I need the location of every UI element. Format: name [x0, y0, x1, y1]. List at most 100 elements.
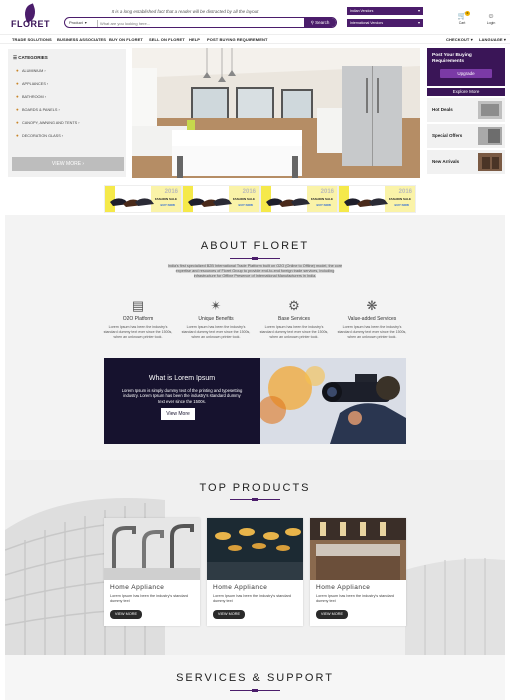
- product-title: Home Appliance: [110, 584, 165, 591]
- chevron-down-icon: ▾: [470, 37, 473, 42]
- search-divider: [97, 20, 98, 27]
- shoes-image: [188, 198, 232, 207]
- feature-o2o-platform: ▤ O2O Platform Lorem Ipsum has been the …: [102, 298, 174, 340]
- services-title: SERVICES & SUPPORT: [176, 672, 334, 684]
- view-more-button[interactable]: VIEW MORE: [316, 610, 348, 619]
- faucets-image: [104, 518, 200, 580]
- view-more-button[interactable]: VIEW MORE: [110, 610, 142, 619]
- view-more-label: VIEW MORE: [51, 161, 82, 167]
- feature-value-added-services: ❋ Value-added Services Lorem Ipsum has b…: [336, 298, 408, 340]
- user-icon: ☺: [487, 13, 495, 20]
- search-button[interactable]: ⚲ Search: [304, 18, 336, 27]
- nav-buy-on-floret[interactable]: BUY ON FLORET: [109, 37, 143, 42]
- category-item-decoration-glass[interactable]: ● DECORATION GLASS ›: [16, 133, 63, 138]
- kitchen-illustration: [132, 48, 420, 178]
- international-vendors-label: International Vendors: [350, 21, 384, 25]
- nav-post-buying-requirement[interactable]: POST BUYING REQUIREMENT: [207, 37, 268, 42]
- category-item-bathroom[interactable]: ● BATHROOM ›: [16, 94, 46, 99]
- camera-operator-image: [260, 358, 406, 444]
- shoes-image: [110, 198, 154, 207]
- nav-language[interactable]: LANGUAGE ▾: [479, 37, 506, 42]
- title-underline-dot: [252, 689, 258, 692]
- nav-sell-on-floret[interactable]: SELL ON FLORET: [149, 37, 185, 42]
- cart-label: Cart: [458, 21, 466, 25]
- about-title: ABOUT FLORET: [200, 240, 310, 252]
- chevron-down-icon: ▾: [417, 8, 420, 13]
- camera-illustration: [260, 358, 406, 444]
- promo-cta: BUY NOW: [238, 203, 253, 207]
- feature-unique-benefits: ✴ Unique Benefits Lorem Ipsum has been t…: [180, 298, 252, 340]
- special-offers-link[interactable]: Special Offers: [427, 124, 505, 148]
- search-input[interactable]: [100, 19, 300, 27]
- product-card: Home Appliance Lorem Ipsum has been the …: [310, 518, 406, 626]
- indian-vendors-label: Indian Vendors: [350, 9, 374, 13]
- post-requirement-title: Post Your Buying Requirements: [432, 53, 472, 64]
- nav-help[interactable]: HELP: [189, 37, 200, 42]
- view-more-button[interactable]: VIEW MORE: [213, 610, 245, 619]
- shoes-image: [266, 198, 310, 207]
- promo-year: 2016: [242, 189, 256, 195]
- chevron-down-icon: ▾: [503, 37, 507, 42]
- hero-kitchen-image: [132, 48, 420, 178]
- about-text: India's first specialized B2B Internatio…: [167, 264, 343, 279]
- feature-desc: Lorem Ipsum has been the industry's stan…: [103, 325, 173, 339]
- promo-banner[interactable]: 2016 FASHION SALE BUY NOW: [338, 185, 416, 213]
- floret-logo[interactable]: FLORET: [8, 3, 50, 31]
- view-more-button[interactable]: View More: [161, 408, 195, 420]
- cart-count-badge: 0: [465, 11, 470, 16]
- feature-title: Unique Benefits: [198, 316, 234, 322]
- search-button-label: Search: [315, 20, 330, 25]
- feature-title: O2O Platform: [122, 316, 154, 322]
- promo-banner[interactable]: 2016 FASHION SALE BUY NOW: [182, 185, 260, 213]
- feature-title: Value-added Services: [347, 316, 397, 322]
- title-underline-dot: [252, 257, 258, 260]
- product-title: Home Appliance: [316, 584, 371, 591]
- special-offers-label: Special Offers: [432, 133, 463, 138]
- platform-icon: ▤: [131, 298, 145, 313]
- main-nav: TRADE SOLUTIONS BUSINESS ASSOCIATES BUY …: [0, 34, 510, 44]
- category-label: DECORATION GLASS: [22, 134, 61, 138]
- nav-business-associates[interactable]: BUSINESS ASSOCIATES: [57, 37, 106, 42]
- category-item-aluminium[interactable]: ● ALUMINIUM ›: [16, 68, 46, 73]
- search-bar: Product ⚲ Search: [64, 17, 337, 28]
- cart-button[interactable]: 🛒 0 Cart: [456, 11, 470, 25]
- categories-heading: ☰ CATEGORIES: [13, 55, 48, 61]
- categories-title: CATEGORIES: [18, 55, 48, 60]
- product-title: Home Appliance: [213, 584, 268, 591]
- category-label: BOARDS & PANELS: [22, 108, 58, 112]
- indian-vendors-button[interactable]: Indian Vendors ▾: [347, 7, 423, 15]
- restaurant-lamps-image: [207, 518, 303, 580]
- category-item-appliances[interactable]: ● APPLIANCES ›: [16, 81, 48, 86]
- promo-cta: BUY NOW: [394, 203, 409, 207]
- hot-deals-link[interactable]: Hot Deals: [427, 98, 505, 122]
- top-products-title: TOP PRODUCTS: [199, 482, 311, 494]
- feature-desc: Lorem Ipsum has been the industry's stan…: [181, 325, 251, 339]
- network-icon: ❋: [366, 298, 378, 313]
- category-item-boards-panels[interactable]: ● BOARDS & PANELS ›: [16, 107, 60, 112]
- faucets-illustration: [104, 518, 200, 580]
- title-underline-dot: [252, 498, 258, 501]
- promo-title: FASHION SALE: [310, 197, 333, 201]
- promo-banner[interactable]: 2016 FASHION SALE BUY NOW: [104, 185, 182, 213]
- category-label: BATHROOM: [22, 95, 44, 99]
- feature-desc: Lorem Ipsum has been the industry's stan…: [337, 325, 407, 339]
- promo-banner[interactable]: 2016 FASHION SALE BUY NOW: [260, 185, 338, 213]
- login-button[interactable]: ☺ Login: [484, 13, 498, 25]
- nav-checkout[interactable]: CHECKOUT ▾: [446, 37, 473, 42]
- promo-title: FASHION SALE: [154, 197, 177, 201]
- view-more-categories-button[interactable]: VIEW MORE ›: [12, 157, 124, 171]
- product-desc: Lorem Ipsum has been the industry's stan…: [316, 594, 394, 603]
- upgrade-button[interactable]: Upgrade: [440, 69, 492, 78]
- kitchen-thumb-illustration: [310, 518, 406, 580]
- shoes-image: [344, 198, 388, 207]
- international-vendors-button[interactable]: International Vendors ▾: [347, 19, 423, 27]
- explore-more-button[interactable]: Explore More: [427, 88, 505, 96]
- product-desc: Lorem Ipsum has been the industry's stan…: [110, 594, 188, 603]
- category-item-canopy[interactable]: ● CANOPY, AWNING AND TENTS ›: [16, 120, 80, 125]
- feature-title: Base Services: [278, 316, 310, 322]
- new-arrivals-link[interactable]: New Arrivals: [427, 150, 505, 174]
- nav-trade-solutions[interactable]: TRADE SOLUTIONS: [12, 37, 52, 42]
- category-label: CANOPY, AWNING AND TENTS: [22, 121, 78, 125]
- login-label: Login: [486, 21, 496, 25]
- search-category-select[interactable]: Product: [69, 20, 87, 25]
